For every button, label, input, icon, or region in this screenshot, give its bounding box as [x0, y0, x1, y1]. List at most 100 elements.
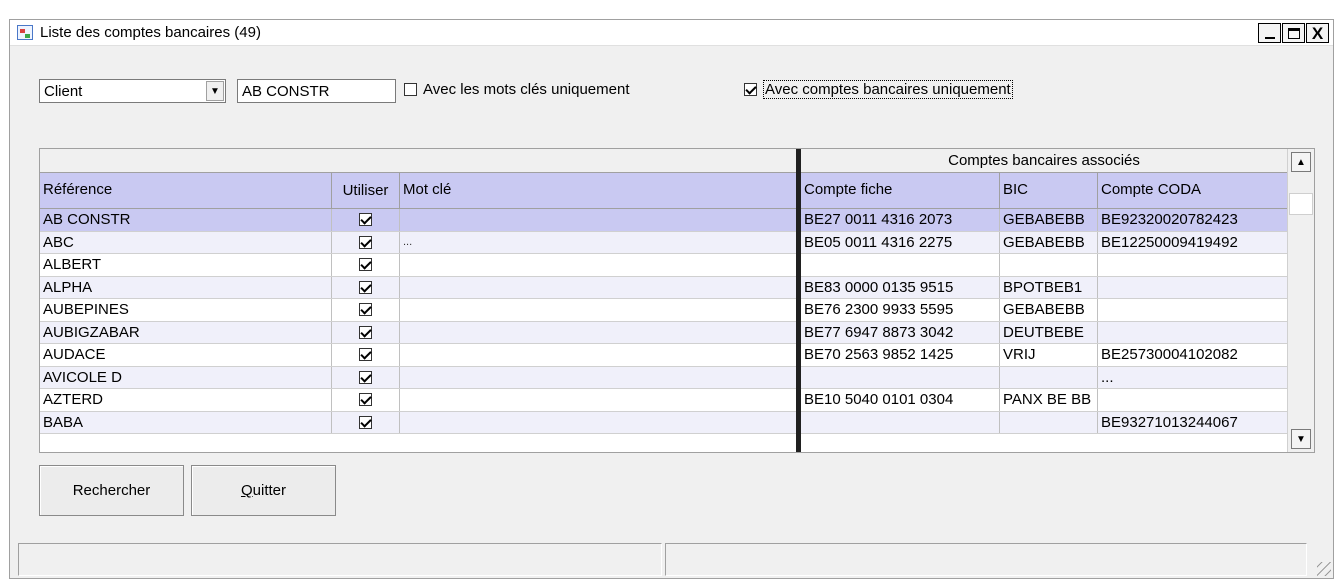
cell-account: BE70 2563 9852 1425 [801, 344, 1000, 366]
use-checkbox[interactable] [359, 348, 372, 362]
title-bar[interactable]: Liste des comptes bancaires (49) X [10, 20, 1333, 46]
bank-accounts-only-checkbox[interactable] [744, 83, 757, 96]
arrow-up-icon[interactable]: ▲ [1291, 152, 1311, 172]
cell-account [801, 411, 1000, 433]
table-row[interactable]: AUBIGZABAR [40, 321, 796, 344]
scrollbar-thumb[interactable] [1289, 193, 1313, 215]
table-row[interactable]: BE83 0000 0135 9515 BPOTBEB1 [801, 276, 1287, 299]
table-row[interactable]: BE05 0011 4316 2275 GEBABEBB BE12250009419… [801, 231, 1287, 254]
cell-bic: VRIJ [1000, 344, 1098, 366]
column-header-keyword[interactable]: Mot clé [400, 173, 796, 208]
close-button[interactable]: X [1306, 23, 1329, 43]
table-row[interactable]: AUBEPINES [40, 299, 796, 322]
column-header-coda[interactable]: Compte CODA [1098, 173, 1287, 208]
table-row[interactable]: ALBERT [40, 254, 796, 277]
accounts-grid: Référence Utiliser Mot clé AB CONSTR ABC.… [39, 148, 1315, 453]
bank-accounts-only-option[interactable]: Avec comptes bancaires uniquement [744, 80, 1013, 99]
cell-reference: AUDACE [40, 344, 332, 366]
column-header-bic[interactable]: BIC [1000, 173, 1098, 208]
cell-coda: BE92320020782423 [1101, 211, 1238, 228]
use-checkbox[interactable] [359, 213, 372, 227]
table-row[interactable]: AVICOLE D [40, 366, 796, 389]
keywords-only-option[interactable]: Avec les mots clés uniquement [404, 81, 630, 98]
cell-bic: DEUTBEBE [1000, 321, 1098, 343]
table-row[interactable]: BE76 2300 9933 5595 GEBABEBB [801, 299, 1287, 322]
cell-coda [1098, 299, 1287, 321]
left-column-headers: Référence Utiliser Mot clé [40, 173, 796, 209]
cell-reference: AB CONSTR [40, 209, 332, 231]
quit-button[interactable]: Quitter [191, 465, 336, 516]
cell-use[interactable] [332, 209, 400, 231]
status-panel-right [665, 543, 1307, 576]
cell-use[interactable] [332, 231, 400, 253]
resize-grip-icon[interactable] [1317, 562, 1331, 576]
app-icon [17, 25, 33, 40]
cell-coda: ... [1101, 368, 1114, 386]
table-row[interactable]: ALPHA [40, 276, 796, 299]
window-controls: X [1257, 23, 1329, 43]
cell-coda: BE25730004102082 [1101, 346, 1238, 363]
cell-keyword [400, 254, 796, 276]
use-checkbox[interactable] [359, 325, 372, 339]
table-row[interactable]: AUDACE [40, 344, 796, 367]
left-grid-pane: Référence Utiliser Mot clé AB CONSTR ABC.… [40, 149, 796, 452]
cell-use[interactable] [332, 321, 400, 343]
table-row[interactable]: AB CONSTR [40, 209, 796, 232]
cell-keyword [400, 367, 796, 389]
cell-keyword [400, 299, 796, 321]
vertical-scrollbar[interactable]: ▲ ▼ [1287, 149, 1314, 452]
cell-coda [1098, 322, 1287, 344]
use-checkbox[interactable] [359, 393, 372, 407]
cell-reference: ABC [40, 231, 332, 253]
search-input[interactable] [237, 79, 396, 103]
use-checkbox[interactable] [359, 415, 372, 429]
cell-use[interactable] [332, 389, 400, 411]
use-checkbox[interactable] [359, 303, 372, 317]
table-row[interactable]: BE10 5040 0101 0304 PANX BE BB [801, 389, 1287, 412]
arrow-down-icon[interactable]: ▼ [1291, 429, 1311, 449]
cell-reference: AVICOLE D [40, 366, 332, 388]
use-checkbox[interactable] [359, 370, 372, 384]
cell-account: BE10 5040 0101 0304 [801, 389, 1000, 411]
column-header-account[interactable]: Compte fiche [801, 173, 1000, 208]
cell-use[interactable] [332, 366, 400, 388]
cell-coda: BE93271013244067 [1101, 413, 1238, 431]
column-header-reference[interactable]: Référence [40, 173, 332, 208]
use-checkbox[interactable] [359, 258, 372, 272]
table-row[interactable]: BE70 2563 9852 1425 VRIJ BE25730004102082 [801, 344, 1287, 367]
search-button[interactable]: Rechercher [39, 465, 184, 516]
cell-bic: GEBABEBB [1000, 231, 1098, 253]
keywords-only-checkbox[interactable] [404, 83, 417, 96]
maximize-button[interactable] [1282, 23, 1305, 43]
cell-use[interactable] [332, 344, 400, 366]
cell-account [801, 366, 1000, 388]
type-select[interactable]: Client ▼ [39, 79, 226, 103]
table-row[interactable]: BE27 0011 4316 2073 GEBABEBB BE92320020782… [801, 209, 1287, 232]
cell-bic: PANX BE BB [1000, 389, 1098, 411]
cell-keyword [400, 322, 796, 344]
close-icon: X [1311, 23, 1324, 43]
use-checkbox[interactable] [359, 235, 372, 249]
table-row[interactable]: ABC... [40, 231, 796, 254]
table-row[interactable]: BE77 6947 8873 3042 DEUTBEBE [801, 321, 1287, 344]
right-column-headers: Compte fiche BIC Compte CODA [801, 173, 1287, 209]
right-grid-pane: Comptes bancaires associés Compte fiche … [801, 149, 1287, 452]
cell-use[interactable] [332, 254, 400, 276]
status-panel-left [18, 543, 662, 576]
cell-bic: GEBABEBB [1000, 299, 1098, 321]
table-row[interactable]: ... [801, 366, 1287, 389]
cell-use[interactable] [332, 411, 400, 433]
table-row[interactable]: BABA [40, 411, 796, 434]
cell-account: BE27 0011 4316 2073 [801, 209, 1000, 231]
column-header-use[interactable]: Utiliser [332, 173, 400, 208]
table-row[interactable] [801, 254, 1287, 277]
table-row[interactable]: AZTERD [40, 389, 796, 412]
table-row[interactable]: BE93271013244067 [801, 411, 1287, 434]
bank-accounts-only-label: Avec comptes bancaires uniquement [763, 80, 1013, 99]
minimize-button[interactable] [1258, 23, 1281, 43]
use-checkbox[interactable] [359, 280, 372, 294]
cell-use[interactable] [332, 299, 400, 321]
cell-reference: AZTERD [40, 389, 332, 411]
chevron-down-icon[interactable]: ▼ [206, 81, 224, 101]
cell-use[interactable] [332, 276, 400, 298]
